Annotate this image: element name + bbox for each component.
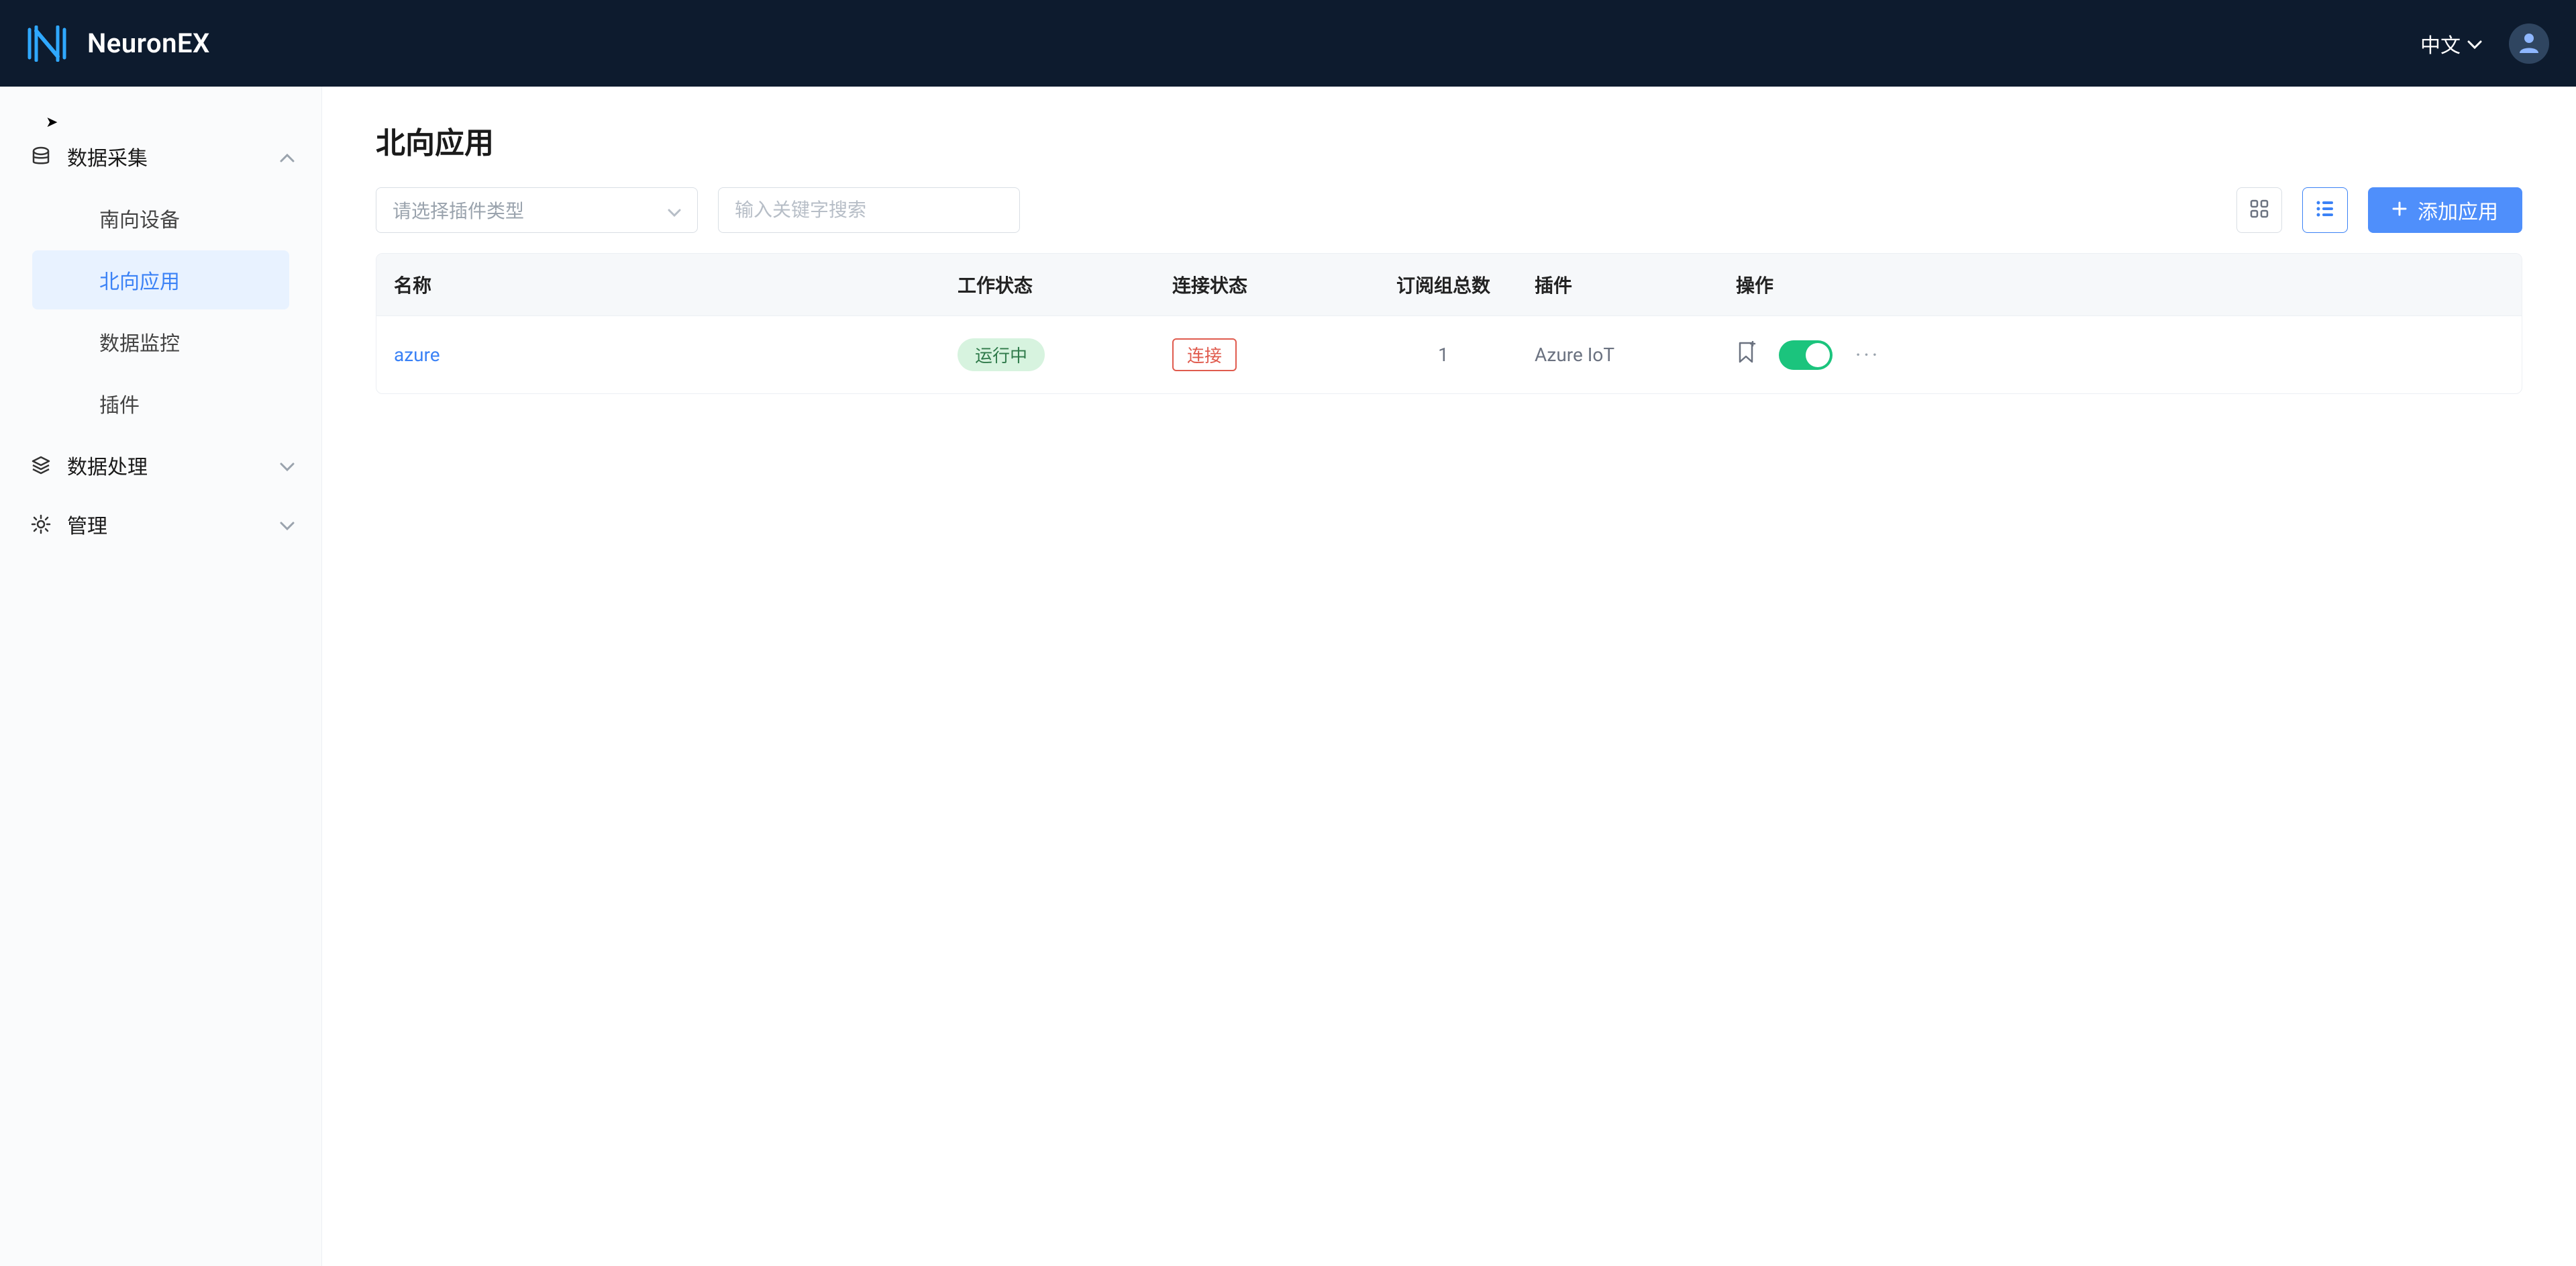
bookmark-icon xyxy=(1736,346,1756,369)
sidebar-group-label: 数据采集 xyxy=(67,142,148,171)
table-row: azure 运行中 连接 1 Azure IoT xyxy=(376,315,2522,393)
conn-status-badge: 连接 xyxy=(1172,338,1237,371)
list-view-button[interactable] xyxy=(2302,187,2348,233)
grid-icon xyxy=(2249,199,2269,222)
sidebar-group-admin: 管理 xyxy=(0,495,321,554)
col-name: 名称 xyxy=(376,271,940,298)
col-work-status: 工作状态 xyxy=(940,271,1155,298)
grid-view-button[interactable] xyxy=(2236,187,2282,233)
more-icon: ··· xyxy=(1855,342,1880,368)
language-selector[interactable]: 中文 xyxy=(2420,29,2482,58)
sidebar-item-south-devices[interactable]: 南向设备 xyxy=(32,189,289,248)
work-status-badge: 运行中 xyxy=(958,338,1045,371)
main-content: 北向应用 请选择插件类型 xyxy=(322,87,2576,1266)
sidebar-group-header-data-processing[interactable]: 数据处理 xyxy=(0,436,321,495)
sub-groups-count: 1 xyxy=(1370,344,1517,366)
chevron-down-icon xyxy=(668,199,681,222)
language-label: 中文 xyxy=(2420,29,2461,58)
user-icon xyxy=(2518,31,2540,56)
avatar[interactable] xyxy=(2509,23,2549,64)
sidebar-item-north-apps[interactable]: 北向应用 xyxy=(32,250,289,309)
processing-icon xyxy=(30,455,52,475)
sidebar-group-data-collection: 数据采集 南向设备 北向应用 数据监控 插件 xyxy=(0,127,321,433)
sidebar-group-label: 管理 xyxy=(67,509,107,539)
app-header: NeuronEX 中文 xyxy=(0,0,2576,87)
add-app-button[interactable]: 添加应用 xyxy=(2368,187,2522,233)
apps-table: 名称 工作状态 连接状态 订阅组总数 插件 操作 azure 运行中 连接 1 … xyxy=(376,253,2522,394)
logo-icon xyxy=(27,26,71,62)
sidebar-item-label: 南向设备 xyxy=(99,209,180,232)
col-sub-groups: 订阅组总数 xyxy=(1370,271,1517,298)
app-name-link[interactable]: azure xyxy=(394,344,440,366)
sidebar-group-label: 数据处理 xyxy=(67,450,148,480)
chevron-up-icon xyxy=(280,145,295,168)
more-actions-button[interactable]: ··· xyxy=(1855,342,1880,368)
plugin-type-select[interactable]: 请选择插件类型 xyxy=(376,187,698,233)
sidebar-item-label: 数据监控 xyxy=(99,332,180,356)
toolbar: 请选择插件类型 xyxy=(376,187,2522,233)
brand: NeuronEX xyxy=(27,26,210,62)
chevron-down-icon xyxy=(2467,32,2482,55)
bookmark-button[interactable] xyxy=(1736,341,1756,369)
list-icon xyxy=(2315,199,2335,222)
sidebar-item-plugins[interactable]: 插件 xyxy=(32,374,289,433)
col-plugin: 插件 xyxy=(1517,271,1718,298)
plugin-name: Azure IoT xyxy=(1517,344,1718,366)
sidebar-item-data-monitor[interactable]: 数据监控 xyxy=(32,312,289,371)
sidebar-group-data-processing: 数据处理 xyxy=(0,436,321,495)
database-icon xyxy=(30,146,52,166)
sidebar: 数据采集 南向设备 北向应用 数据监控 插件 xyxy=(0,87,322,1266)
chevron-down-icon xyxy=(280,513,295,536)
chevron-down-icon xyxy=(280,454,295,477)
add-app-label: 添加应用 xyxy=(2418,195,2498,225)
brand-name: NeuronEX xyxy=(87,28,210,59)
sidebar-group-header-data-collection[interactable]: 数据采集 xyxy=(0,127,321,186)
gear-icon xyxy=(30,514,52,534)
sidebar-item-label: 插件 xyxy=(99,394,140,418)
plus-icon xyxy=(2392,199,2407,222)
sidebar-item-label: 北向应用 xyxy=(99,271,180,294)
col-actions: 操作 xyxy=(1718,271,2522,298)
search-input[interactable] xyxy=(735,199,1003,221)
sidebar-group-header-admin[interactable]: 管理 xyxy=(0,495,321,554)
enable-toggle[interactable] xyxy=(1779,340,1833,370)
col-conn-status: 连接状态 xyxy=(1155,271,1370,298)
page-title: 北向应用 xyxy=(376,119,2522,162)
plugin-type-placeholder: 请选择插件类型 xyxy=(393,197,524,224)
search-input-wrap xyxy=(718,187,1020,233)
table-header: 名称 工作状态 连接状态 订阅组总数 插件 操作 xyxy=(376,254,2522,315)
